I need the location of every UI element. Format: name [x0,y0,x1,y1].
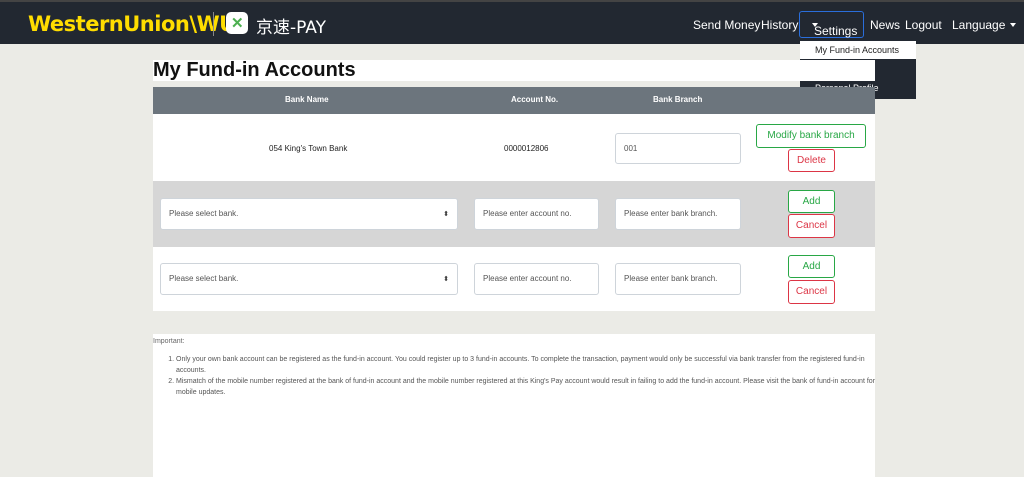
delete-button[interactable]: Delete [788,149,835,172]
table-row-new-account-2: Please select bank. ⬍ Please enter accoun… [153,247,875,311]
header-bank-branch: Bank Branch [653,95,703,104]
pay-logo-icon: ✕ [226,12,248,34]
bank-select[interactable]: Please select bank. ⬍ [160,198,458,230]
bank-select-placeholder: Please select bank. [169,274,239,283]
account-no-input[interactable]: Please enter account no. [474,263,599,295]
caret-down-icon [1010,23,1017,27]
table-row-new-account-1: Please select bank. ⬍ Please enter accoun… [153,181,875,247]
bank-branch-input[interactable]: Please enter bank branch. [615,263,741,295]
nav-news[interactable]: News [870,18,900,32]
bank-select[interactable]: Please select bank. ⬍ [160,263,458,295]
bank-branch-value: 001 [624,144,638,153]
important-notes: Important: Only your own bank account ca… [153,334,875,477]
header-bank-name: Bank Name [285,95,329,104]
page-title: My Fund-in Accounts [153,59,356,81]
table-row-existing-account: 054 King's Town Bank 0000012806 001 Modi… [153,114,875,181]
nav-history[interactable]: History [761,18,798,32]
notes-list: Only your own bank account can be regist… [153,354,876,398]
pay-brand-name: 京速-PAY [256,18,326,38]
nav-settings-dropdown[interactable]: Settings [799,11,864,38]
bank-branch-input[interactable]: Please enter bank branch. [615,198,741,230]
add-button[interactable]: Add [788,190,835,213]
nav-language-dropdown[interactable]: Language [952,18,1017,32]
bank-branch-placeholder: Please enter bank branch. [624,209,718,218]
nav-send-money[interactable]: Send Money [693,18,760,32]
bank-select-placeholder: Please select bank. [169,209,239,218]
bank-branch-input[interactable]: 001 [615,133,741,164]
table-header: Bank Name Account No. Bank Branch [153,87,875,114]
cell-bank-name: 054 King's Town Bank [269,144,348,153]
account-no-placeholder: Please enter account no. [483,209,572,218]
account-no-placeholder: Please enter account no. [483,274,572,283]
nav-language-label: Language [952,18,1006,32]
menu-item-fund-in-accounts[interactable]: My Fund-in Accounts [800,41,916,59]
note-item: Only your own bank account can be regist… [176,354,876,376]
account-no-input[interactable]: Please enter account no. [474,198,599,230]
western-union-logo[interactable]: WesternUnion\WU [28,12,236,36]
select-arrows-icon: ⬍ [443,276,449,283]
note-item: Mismatch of the mobile number registered… [176,376,876,398]
cell-account-no: 0000012806 [504,144,549,153]
notes-title: Important: [153,338,185,345]
cancel-button[interactable]: Cancel [788,280,835,304]
select-arrows-icon: ⬍ [443,211,449,218]
cancel-button[interactable]: Cancel [788,214,835,238]
top-navbar: WesternUnion\WU ✕ 京速-PAY Send Money Hist… [0,0,1024,44]
add-button[interactable]: Add [788,255,835,278]
modify-bank-branch-button[interactable]: Modify bank branch [756,124,866,148]
bank-branch-placeholder: Please enter bank branch. [624,274,718,283]
header-account-no: Account No. [511,95,559,104]
logo-divider [213,12,214,36]
nav-logout[interactable]: Logout [905,18,942,32]
nav-settings-label: Settings [814,24,858,38]
